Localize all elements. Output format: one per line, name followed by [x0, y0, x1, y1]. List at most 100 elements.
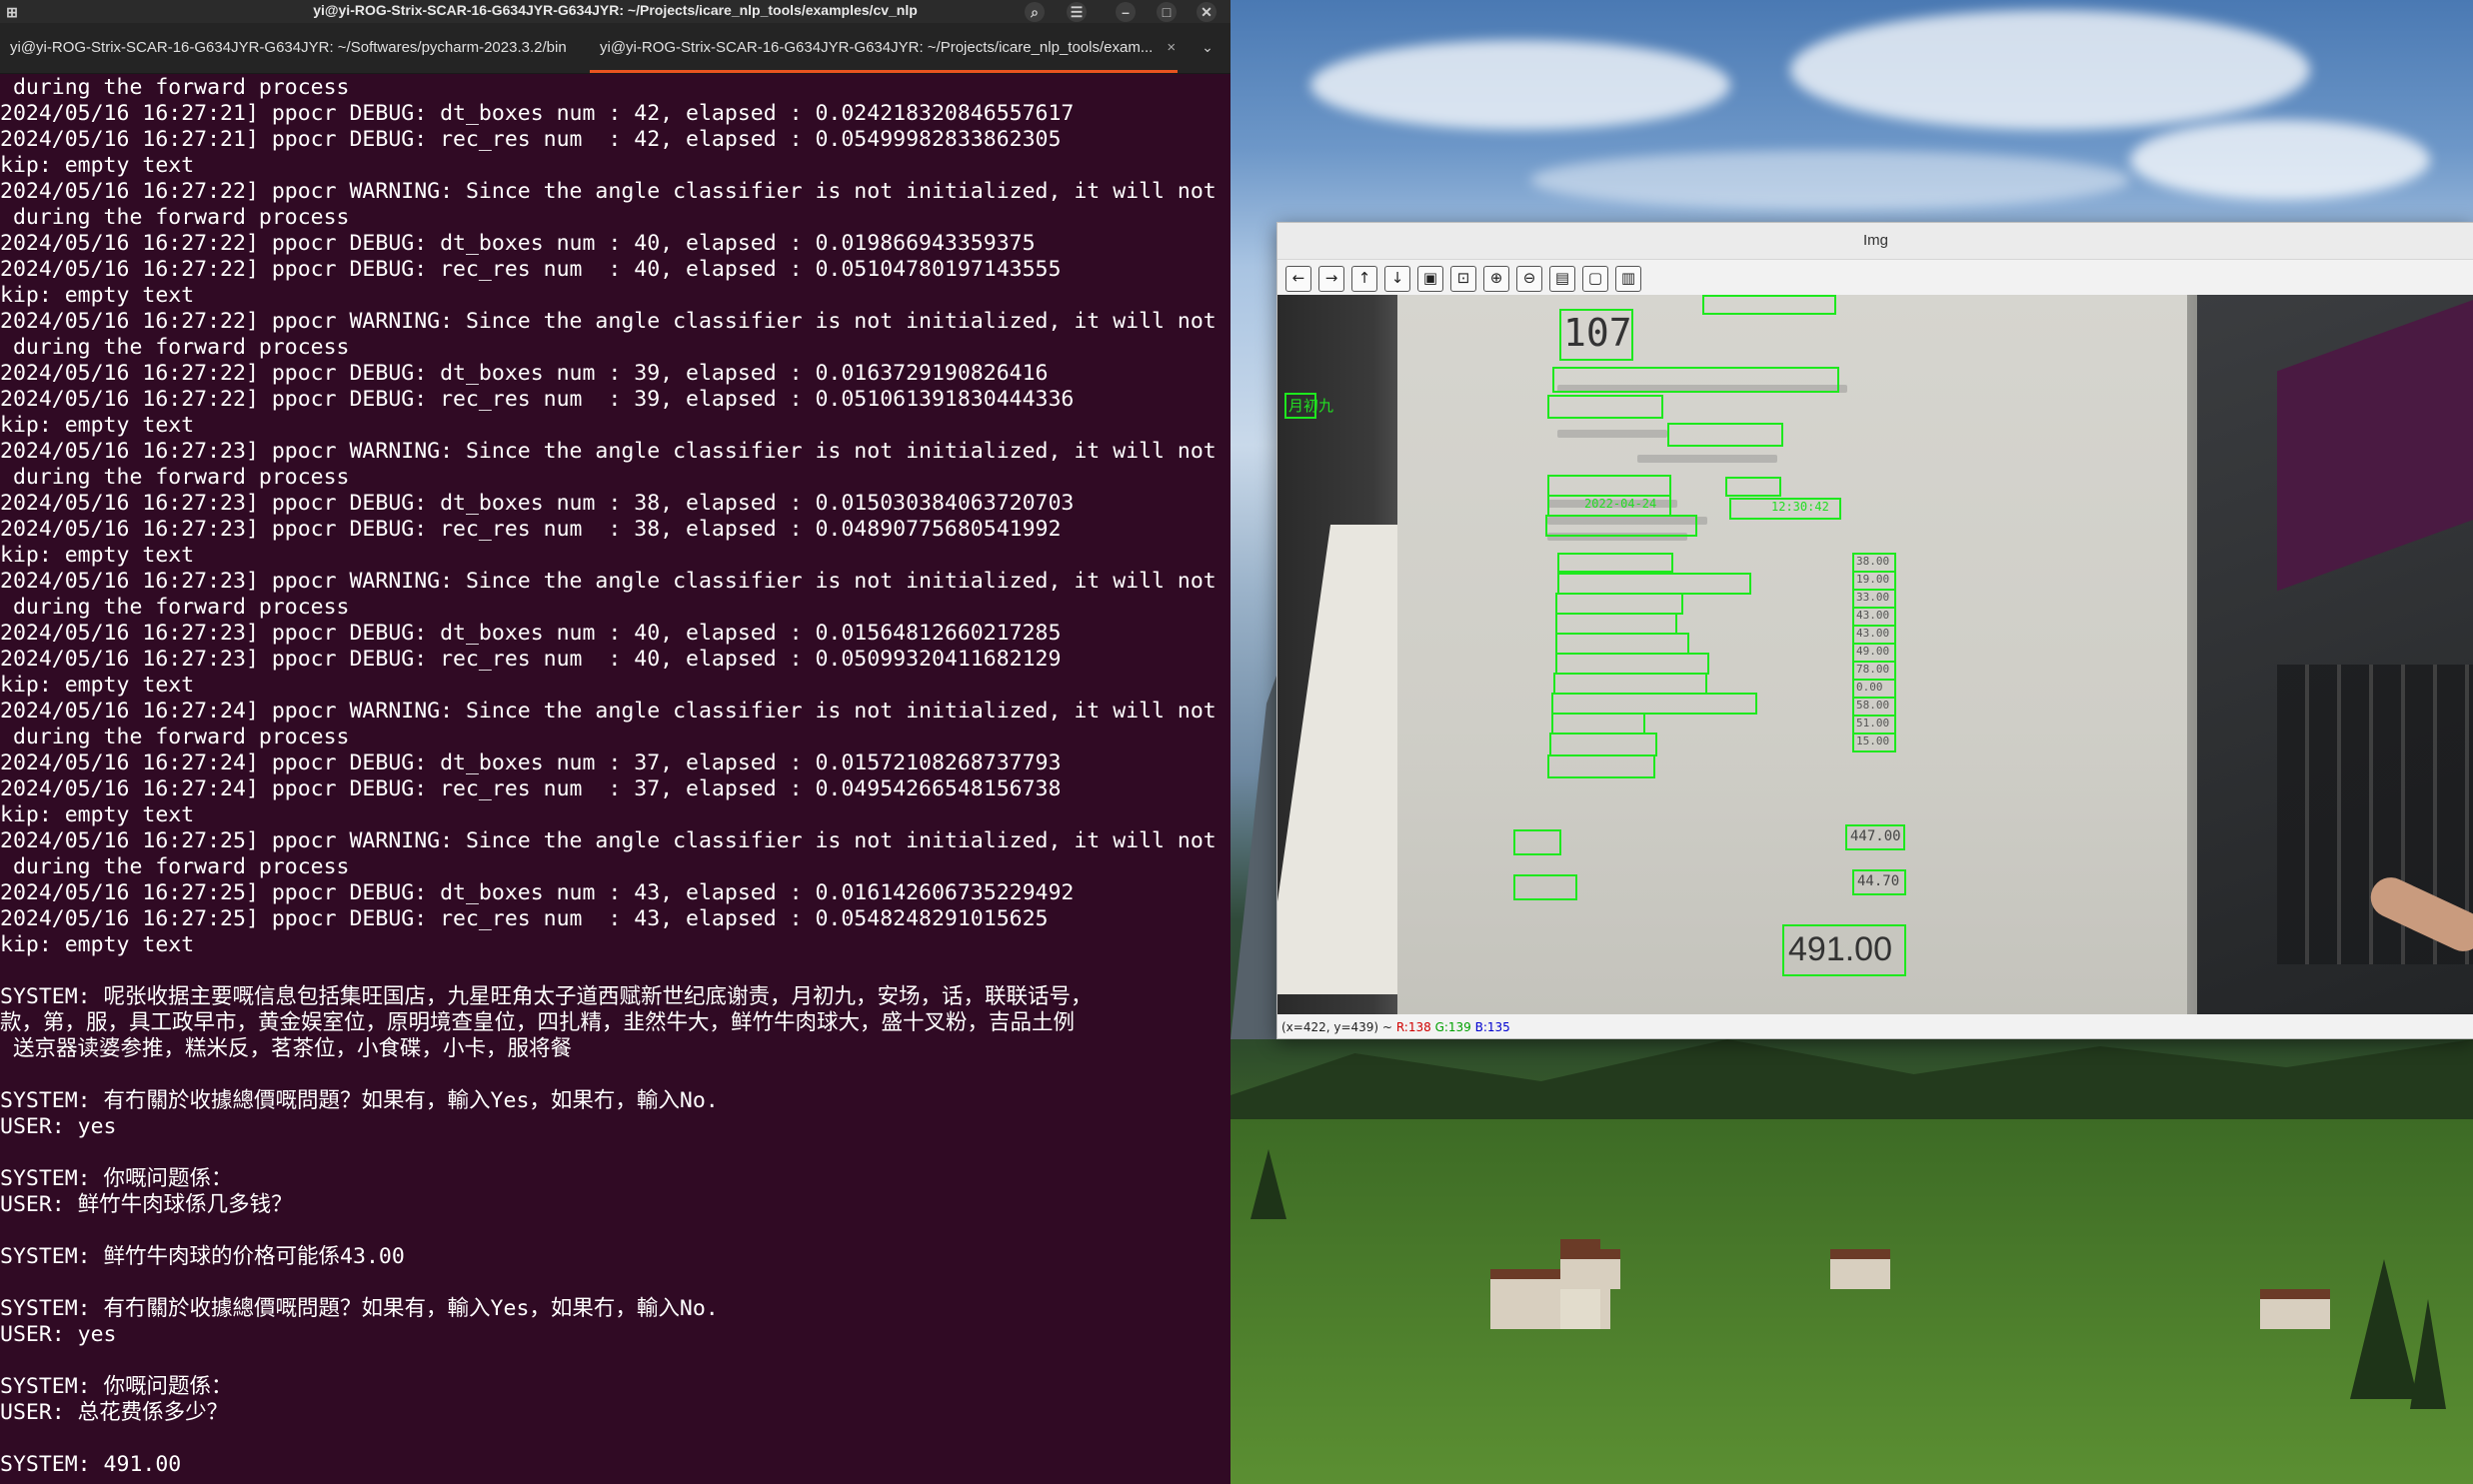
- image-status-bar: (x=422, y=439) ~ R:138 G:139 B:135: [1277, 1017, 2473, 1037]
- close-icon[interactable]: ✕: [1197, 2, 1217, 22]
- search-icon[interactable]: ⌕: [1025, 2, 1045, 22]
- ocr-price-text: 51.00: [1856, 717, 1890, 730]
- status-blue: B:135: [1474, 1020, 1510, 1034]
- terminal-line: 2024/05/16 16:27:22] ppocr DEBUG: dt_box…: [0, 231, 1036, 256]
- terminal-line: 款，第，服，具工政早市，黄金娱室位，原明境查皇位，四扎精，韭然牛大，鲜竹牛肉球大…: [0, 1010, 1076, 1035]
- ocr-box: [1667, 423, 1783, 447]
- zoom-out-icon[interactable]: ⊖: [1516, 266, 1542, 292]
- terminal-line: USER: yes: [0, 1322, 117, 1347]
- ocr-box: [1553, 673, 1707, 695]
- menu-icon[interactable]: ☰: [1067, 2, 1087, 22]
- ocr-price-text: 49.00: [1856, 645, 1890, 658]
- terminal-line: 2024/05/16 16:27:24] ppocr DEBUG: rec_re…: [0, 776, 1062, 801]
- ocr-box: [1552, 367, 1839, 393]
- maximize-icon[interactable]: □: [1157, 2, 1177, 22]
- ocr-box: [1555, 653, 1709, 675]
- terminal-line: USER: 总花费係多少？: [0, 1400, 229, 1425]
- terminal-line: kip: empty text: [0, 413, 195, 438]
- ocr-price-text: 43.00: [1856, 609, 1890, 622]
- terminal-line: 2024/05/16 16:27:25] ppocr DEBUG: rec_re…: [0, 906, 1049, 931]
- zoom-fit-icon[interactable]: ▣: [1417, 266, 1443, 292]
- properties-icon[interactable]: ▥: [1615, 266, 1641, 292]
- image-window-title: Img: [1277, 223, 2473, 260]
- ocr-box: [1547, 395, 1663, 419]
- active-tab-indicator: [590, 70, 1178, 73]
- terminal-line: kip: empty text: [0, 802, 195, 827]
- ocr-box-table-number: 107: [1559, 309, 1633, 361]
- ocr-box: [1513, 874, 1577, 900]
- status-red: R:138: [1395, 1020, 1431, 1034]
- terminal-line: SYSTEM: 鲜竹牛肉球的价格可能係43.00: [0, 1244, 405, 1269]
- ocr-box: [1725, 477, 1781, 497]
- arrow-up-icon[interactable]: ↑: [1351, 266, 1377, 292]
- tab-pycharm[interactable]: yi@yi-ROG-Strix-SCAR-16-G634JYR-G634JYR:…: [10, 23, 570, 73]
- arrow-down-icon[interactable]: ↓: [1384, 266, 1410, 292]
- terminal-line: during the forward process: [0, 725, 350, 749]
- terminal-output[interactable]: during the forward process 2024/05/16 16:…: [0, 75, 1231, 1478]
- ocr-box: [1555, 633, 1689, 655]
- ocr-box: [1557, 573, 1751, 595]
- zoom-in-icon[interactable]: ⊕: [1483, 266, 1509, 292]
- terminal-window: ⊞ yi@yi-ROG-Strix-SCAR-16-G634JYR-G634JY…: [0, 0, 1231, 1484]
- ocr-box-service: 44.70: [1852, 869, 1906, 895]
- ocr-price-text: 0.00: [1856, 681, 1883, 694]
- ocr-box-price: 43.00: [1852, 607, 1896, 627]
- terminal-line: kip: empty text: [0, 932, 195, 957]
- image-viewer-window: Img ← → ↑ ↓ ▣ ⊡ ⊕ ⊖ ▤ ▢ ▥ 107 月初九 2022-0…: [1276, 222, 2473, 1039]
- zoom-original-icon[interactable]: ⊡: [1450, 266, 1476, 292]
- ocr-box: [1555, 593, 1683, 615]
- ocr-box: [1549, 733, 1657, 756]
- ocr-price-text: 38.00: [1856, 555, 1890, 568]
- save-icon[interactable]: ▤: [1549, 266, 1575, 292]
- terminal-line: 2024/05/16 16:27:21] ppocr DEBUG: rec_re…: [0, 127, 1062, 152]
- terminal-line: during the forward process: [0, 595, 350, 620]
- chevron-down-icon[interactable]: ⌄: [1198, 38, 1218, 58]
- terminal-titlebar: ⊞ yi@yi-ROG-Strix-SCAR-16-G634JYR-G634JY…: [0, 0, 1231, 23]
- tab-label: yi@yi-ROG-Strix-SCAR-16-G634JYR-G634JYR:…: [600, 39, 1154, 56]
- terminal-line: 2024/05/16 16:27:23] ppocr WARNING: Sinc…: [0, 439, 1231, 464]
- terminal-line: 送京器读婆参推，糕米反，茗茶位，小食碟，小卡，服将餐: [0, 1036, 572, 1061]
- terminal-line: kip: empty text: [0, 153, 195, 178]
- ocr-box: [1547, 475, 1671, 497]
- terminal-tabbar: yi@yi-ROG-Strix-SCAR-16-G634JYR-G634JYR:…: [0, 23, 1231, 74]
- terminal-line: 2024/05/16 16:27:23] ppocr DEBUG: rec_re…: [0, 647, 1062, 672]
- tab-close-icon[interactable]: ×: [1167, 39, 1176, 56]
- arrow-left-icon[interactable]: ←: [1285, 266, 1311, 292]
- terminal-line: SYSTEM: 呢张收据主要嘅信息包括集旺国店，九星旺角太子道西赋新世纪底谢责，…: [0, 984, 1093, 1009]
- terminal-line: kip: empty text: [0, 673, 195, 698]
- tab-label: yi@yi-ROG-Strix-SCAR-16-G634JYR-G634JYR:…: [10, 39, 567, 56]
- terminal-line: SYSTEM: 你嘅问题係：: [0, 1374, 233, 1399]
- ocr-box-price: 33.00: [1852, 589, 1896, 609]
- ocr-box-total: 491.00: [1782, 924, 1906, 976]
- terminal-line: USER: 鲜竹牛肉球係几多钱？: [0, 1192, 293, 1217]
- tab-cv-nlp[interactable]: yi@yi-ROG-Strix-SCAR-16-G634JYR-G634JYR:…: [600, 23, 1180, 73]
- image-toolbar: ← → ↑ ↓ ▣ ⊡ ⊕ ⊖ ▤ ▢ ▥: [1277, 260, 2473, 294]
- ocr-box-subtotal: 447.00: [1845, 824, 1905, 850]
- minimize-icon[interactable]: –: [1116, 2, 1136, 22]
- copy-icon[interactable]: ▢: [1582, 266, 1608, 292]
- ocr-box-price: 0.00: [1852, 679, 1896, 699]
- terminal-line: during the forward process: [0, 465, 350, 490]
- ocr-price-text: 78.00: [1856, 663, 1890, 676]
- ocr-box-price: 19.00: [1852, 571, 1896, 591]
- ocr-price-text: 58.00: [1856, 699, 1890, 712]
- terminal-line: 2024/05/16 16:27:24] ppocr WARNING: Sinc…: [0, 699, 1231, 724]
- ocr-price-text: 19.00: [1856, 573, 1890, 586]
- terminal-line: 2024/05/16 16:27:21] ppocr DEBUG: dt_box…: [0, 101, 1075, 126]
- ocr-box: [1547, 754, 1655, 778]
- terminal-line: 2024/05/16 16:27:23] ppocr DEBUG: dt_box…: [0, 621, 1062, 646]
- terminal-line: kip: empty text: [0, 543, 195, 568]
- terminal-line: USER: yes: [0, 1114, 117, 1139]
- terminal-line: during the forward process: [0, 854, 350, 879]
- ocr-box: [1551, 693, 1757, 715]
- arrow-right-icon[interactable]: →: [1318, 266, 1344, 292]
- image-canvas[interactable]: 107 月初九 2022-04-24 12:30:42 38.00 19.00 33…: [1277, 295, 2473, 1014]
- ocr-price-text: 43.00: [1856, 627, 1890, 640]
- terminal-line: SYSTEM: 有冇關於收據總價嘅問題？如果有，輸入Yes，如果冇，輸入No.: [0, 1296, 719, 1321]
